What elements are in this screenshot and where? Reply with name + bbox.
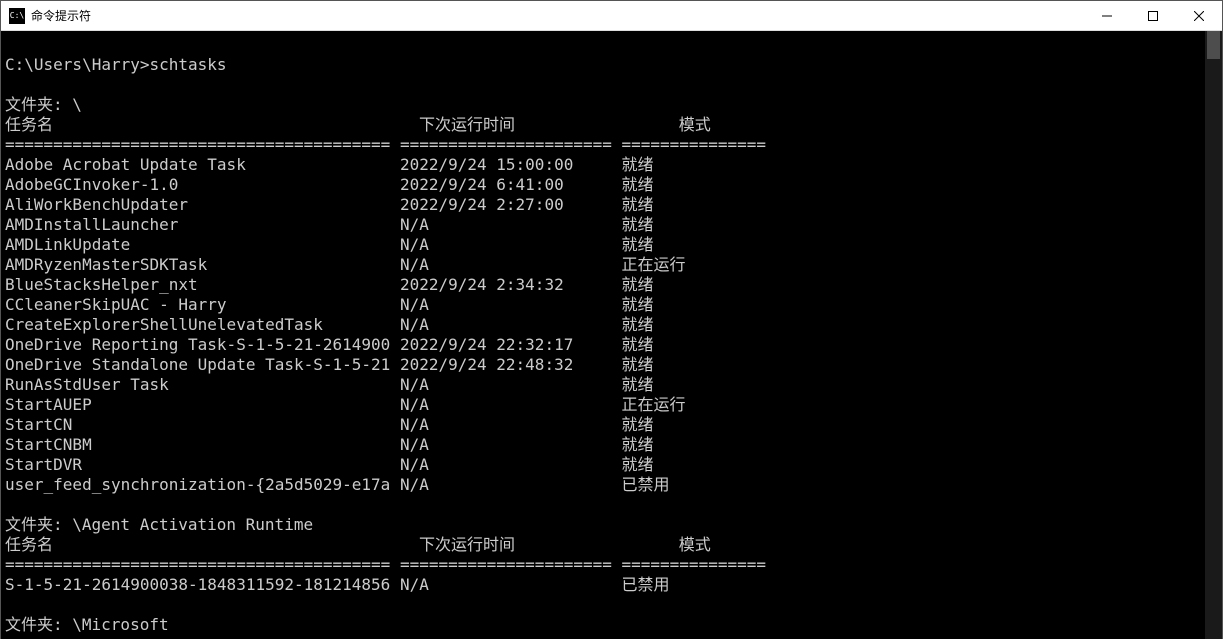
minimize-button[interactable] [1084, 1, 1130, 31]
close-button[interactable] [1176, 1, 1222, 31]
vertical-scrollbar[interactable] [1205, 31, 1222, 639]
window-title: 命令提示符 [31, 7, 91, 24]
maximize-button[interactable] [1130, 1, 1176, 31]
app-window: C:\ 命令提示符 C:\Users\Harry>schtasks 文件夹: \… [0, 0, 1223, 639]
scrollbar-thumb[interactable] [1207, 31, 1220, 59]
titlebar[interactable]: C:\ 命令提示符 [1, 1, 1222, 31]
window-controls [1084, 1, 1222, 31]
terminal-output[interactable]: C:\Users\Harry>schtasks 文件夹: \ 任务名 下次运行时… [1, 31, 1205, 639]
cmd-icon: C:\ [9, 8, 25, 24]
terminal-area: C:\Users\Harry>schtasks 文件夹: \ 任务名 下次运行时… [1, 31, 1222, 639]
